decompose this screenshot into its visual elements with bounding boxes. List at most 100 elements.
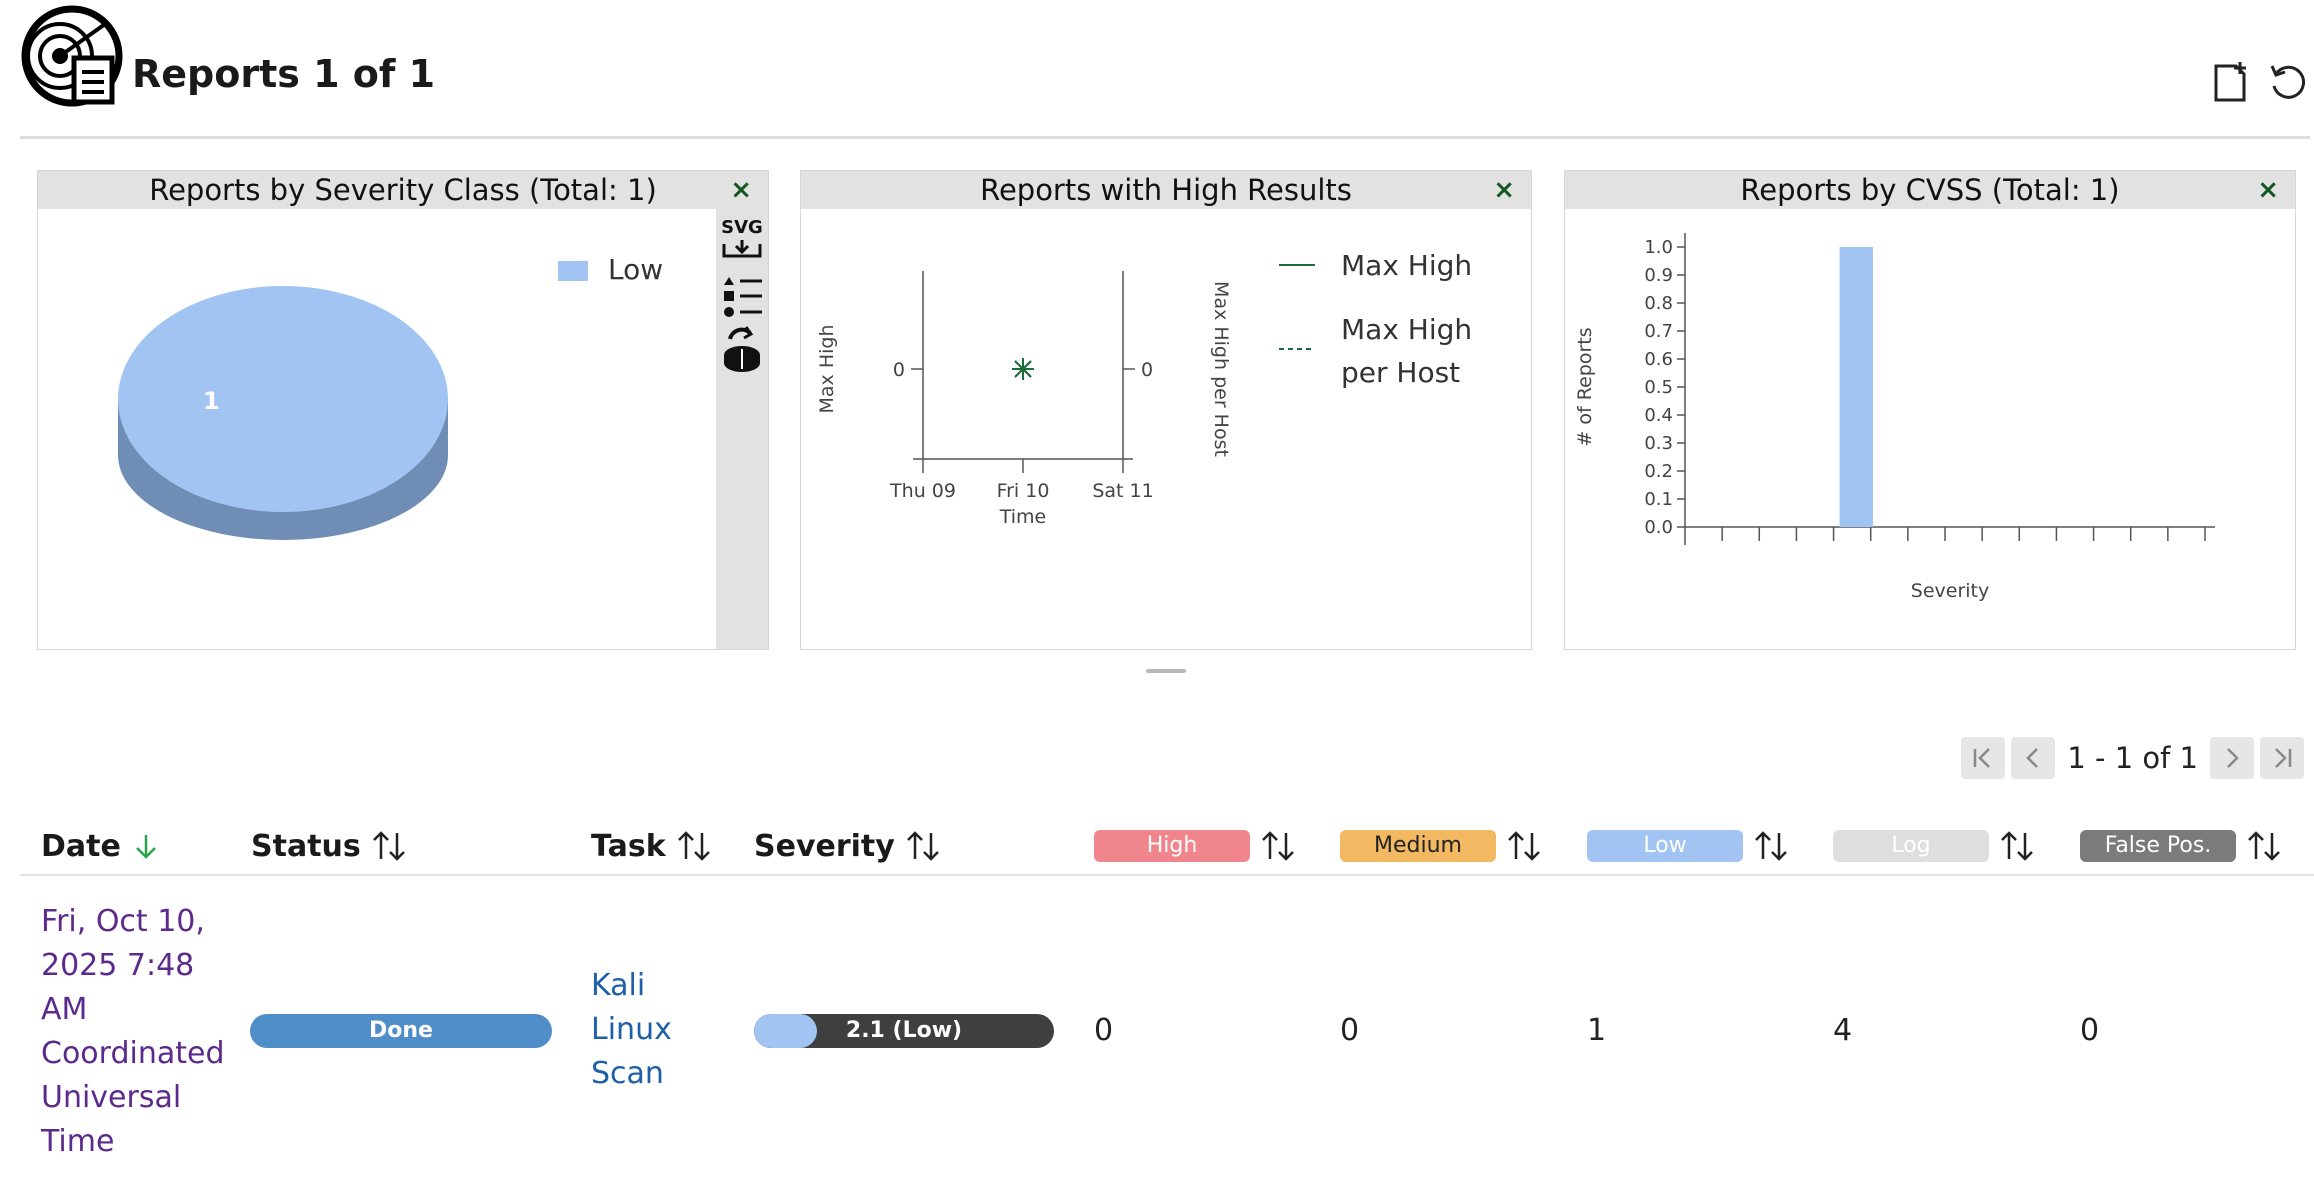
report-date-line: Coordinated (41, 1036, 225, 1071)
legend-label-max-high-per-host-line2: per Host (1341, 356, 1460, 389)
last-page-button[interactable] (2260, 737, 2304, 779)
column-header-low[interactable]: Low (1587, 826, 1789, 866)
low-severity-badge: Low (1587, 830, 1743, 862)
status-badge: Done (250, 1014, 552, 1048)
y-tick-label: 0.2 (1644, 461, 1673, 482)
cvss-bar-chart: 0.0 0.1 0.2 0.3 0.4 0.5 0.6 0.7 0.8 0.9 1.0 Severit… (1574, 233, 2215, 602)
toggle-3d-pie-icon[interactable] (720, 325, 764, 375)
y-tick-label: 0.3 (1644, 433, 1673, 454)
y-tick-label: 1.0 (1644, 237, 1673, 258)
legend-label-max-high: Max High (1341, 249, 1472, 282)
task-name-line: Linux (591, 1012, 672, 1047)
last-page-icon (2275, 748, 2292, 768)
data-point-marker (1012, 358, 1034, 380)
severity-bar: 2.1 (Low) (754, 1014, 1054, 1048)
sort-icon[interactable] (2246, 830, 2282, 862)
y-tick-label: 0.8 (1644, 293, 1673, 314)
sort-icon[interactable] (371, 830, 407, 862)
next-page-button[interactable] (2210, 737, 2254, 779)
table-header-divider (20, 874, 2314, 876)
cvss-panel-title: Reports by CVSS (Total: 1) (1740, 173, 2120, 207)
false-positive-count: 0 (2080, 1013, 2100, 1048)
y-tick-label: 0.5 (1644, 377, 1673, 398)
severity-class-panel-header[interactable]: Reports by Severity Class (Total: 1) × (38, 171, 768, 209)
task-name-line: Scan (591, 1056, 664, 1091)
false-positive-severity-badge: False Pos. (2080, 830, 2236, 862)
severity-class-panel: Reports by Severity Class (Total: 1) × 1… (37, 170, 769, 650)
cvss-chart-area: 0.0 0.1 0.2 0.3 0.4 0.5 0.6 0.7 0.8 0.9 1.0 Severit… (1565, 209, 2295, 649)
severity-class-panel-title: Reports by Severity Class (Total: 1) (149, 173, 657, 207)
column-header-status[interactable]: Status (251, 826, 407, 866)
report-date-line: AM (41, 992, 88, 1027)
column-header-date-label: Date (41, 828, 121, 864)
sort-icon[interactable] (1260, 830, 1296, 862)
high-results-chart-area: Thu 09 Fri 10 Sat 11 0 0 Time Max High Max High… (801, 209, 1531, 649)
sort-descending-icon[interactable] (131, 831, 161, 861)
y2-tick-label: 0 (1141, 359, 1153, 381)
previous-page-button[interactable] (2011, 737, 2056, 779)
high-severity-badge: High (1094, 830, 1250, 862)
sort-icon[interactable] (1999, 830, 2035, 862)
task-name-line: Kali (591, 968, 646, 1003)
sort-icon[interactable] (905, 830, 941, 862)
legend-swatch-low (558, 261, 588, 281)
chevron-right-icon (2227, 748, 2239, 768)
report-date-line: Universal (41, 1080, 182, 1115)
pie-slice-low[interactable] (118, 286, 448, 540)
column-header-false-positive[interactable]: False Pos. (2080, 826, 2282, 866)
y-tick-label: 0.6 (1644, 349, 1673, 370)
close-icon[interactable]: × (1493, 171, 1515, 209)
first-page-button[interactable] (1961, 737, 2006, 779)
y-tick-label: 0.7 (1644, 321, 1673, 342)
y-axis-title: # of Reports (1574, 327, 1596, 446)
column-header-severity[interactable]: Severity (754, 826, 941, 866)
header-divider (20, 136, 2310, 139)
report-date-link[interactable]: Fri, Oct 10, 2025 7:48 AM Coordinated Un… (41, 900, 231, 1164)
high-results-panel: Reports with High Results × Thu 09 Fri 10… (800, 170, 1532, 650)
page-title: Reports 1 of 1 (132, 52, 436, 96)
sort-icon[interactable] (1753, 830, 1789, 862)
toggle-legend-icon[interactable] (720, 273, 764, 319)
cvss-bar (1839, 247, 1873, 527)
y-tick-label: 0.4 (1644, 405, 1673, 426)
cvss-panel-header[interactable]: Reports by CVSS (Total: 1) × (1565, 171, 2295, 209)
reset-dashboard-icon[interactable] (2266, 60, 2310, 104)
severity-class-pie-chart: 1 Low (118, 253, 663, 540)
gvm-radar-logo-icon (21, 5, 123, 107)
legend-label-max-high-per-host-line1: Max High (1341, 313, 1472, 346)
high-count: 0 (1094, 1013, 1114, 1048)
x-axis-title: Time (999, 506, 1047, 528)
x-tick-label: Fri 10 (997, 480, 1050, 502)
download-svg-icon[interactable]: SVG (720, 217, 764, 265)
close-icon[interactable]: × (2257, 171, 2279, 209)
y-tick-label: 0.1 (1644, 489, 1673, 510)
download-svg-label: SVG (721, 217, 763, 238)
y-tick-label: 0 (893, 359, 905, 381)
medium-count: 0 (1340, 1013, 1360, 1048)
new-dashboard-icon[interactable] (2210, 60, 2254, 104)
column-header-medium[interactable]: Medium (1340, 826, 1542, 866)
log-count: 4 (1833, 1013, 1853, 1048)
dashboard-resize-handle[interactable] (1146, 669, 1186, 673)
column-header-task[interactable]: Task (591, 826, 712, 866)
pagination: 1 - 1 of 1 (1961, 736, 2304, 780)
severity-bar-label: 2.1 (Low) (845, 1018, 963, 1043)
pie-slice-value-label: 1 (203, 387, 220, 415)
column-header-log[interactable]: Log (1833, 826, 2035, 866)
column-header-high[interactable]: High (1094, 826, 1296, 866)
sort-icon[interactable] (1506, 830, 1542, 862)
first-page-icon (1974, 748, 1991, 768)
cvss-panel: Reports by CVSS (Total: 1) × 0.0 0.1 0.2 0.… (1564, 170, 2296, 650)
high-results-line-chart: Thu 09 Fri 10 Sat 11 0 0 Time Max High Max High… (816, 249, 1472, 528)
report-date-line: Time (41, 1124, 115, 1159)
sort-icon[interactable] (676, 830, 712, 862)
close-icon[interactable]: × (730, 171, 752, 209)
column-header-severity-label: Severity (754, 828, 895, 864)
y-tick-label: 0.0 (1644, 517, 1673, 538)
report-date-line: 2025 7:48 (41, 948, 195, 983)
y-tick-label: 0.9 (1644, 265, 1673, 286)
y-axis-title: Max High (816, 325, 838, 414)
task-link[interactable]: Kali Linux Scan (591, 964, 701, 1096)
column-header-date[interactable]: Date (41, 826, 161, 866)
high-results-panel-header[interactable]: Reports with High Results × (801, 171, 1531, 209)
